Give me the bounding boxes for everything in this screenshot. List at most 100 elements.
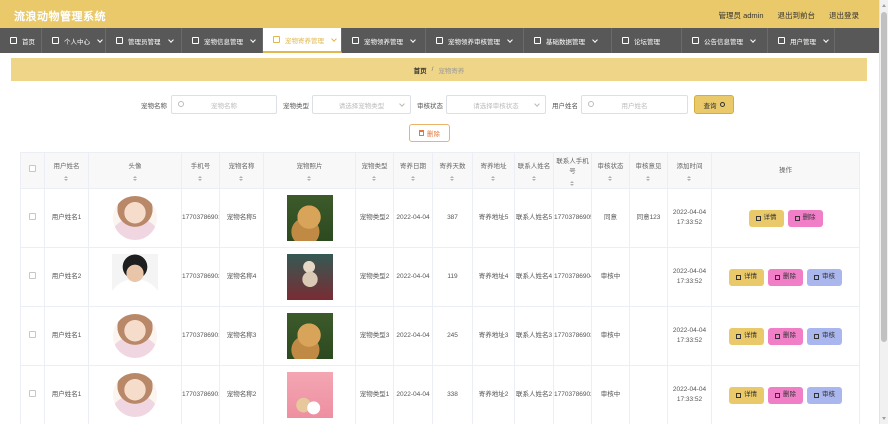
pet-type-select[interactable]: 请选择宠物类型 <box>312 95 411 114</box>
cell-date: 2022-04-04 <box>393 247 433 307</box>
sort-icon[interactable] <box>450 174 454 181</box>
sort-icon[interactable] <box>307 174 311 181</box>
nav-item-0[interactable]: 首页 <box>0 28 42 53</box>
column-header-6[interactable]: 寄养日期 <box>393 152 433 189</box>
column-header-5[interactable]: 宠物类型 <box>355 152 394 189</box>
column-header-label: 宠物照片 <box>296 162 323 170</box>
cell-cphone: 17703786903 <box>553 306 592 366</box>
query-button[interactable]: 查询 <box>694 95 734 114</box>
column-header-7[interactable]: 寄养天数 <box>432 152 473 189</box>
review-button[interactable]: 审核 <box>807 386 842 404</box>
nav-item-6[interactable]: 宠物领养审核管理 <box>426 28 524 53</box>
detail-button[interactable]: 详情 <box>729 386 764 404</box>
nav-item-2[interactable]: 管理员管理 <box>106 28 182 53</box>
scrollbar-thumb[interactable] <box>881 12 887 342</box>
breadcrumb-home[interactable]: 首页 <box>414 65 427 75</box>
nav-item-4[interactable]: 宠物寄养管理 <box>263 28 342 53</box>
trash-icon <box>419 130 424 136</box>
chevron-down-icon <box>331 35 337 42</box>
cell-status: 审核中 <box>591 306 630 366</box>
review-button[interactable]: 审核 <box>807 327 842 345</box>
delete-button[interactable]: 删除 <box>768 327 803 345</box>
detail-button[interactable]: 详情 <box>729 268 764 286</box>
nav-item-7[interactable]: 基础数据管理 <box>524 28 612 53</box>
nav-item-8[interactable]: 论坛管理 <box>612 28 682 53</box>
time-text: 2022-04-04 17:33:52 <box>672 327 707 344</box>
user-name-text: 用户姓名2 <box>51 273 82 280</box>
cell-opinion: 同意123 <box>629 188 668 248</box>
detail-button-label: 详情 <box>744 273 757 280</box>
phone-text: 17703786901 <box>182 391 220 398</box>
sort-icon[interactable] <box>132 174 137 181</box>
column-header-9[interactable]: 联系人姓名 <box>514 152 554 189</box>
sort-icon[interactable] <box>198 174 202 181</box>
sort-icon[interactable] <box>608 174 612 181</box>
sort-icon[interactable] <box>410 174 415 181</box>
cell-actions: 详情 删除 审核 <box>711 365 860 424</box>
column-header-label: 寄养天数 <box>439 162 466 170</box>
front-link[interactable]: 退出到前台 <box>778 10 816 21</box>
sort-icon[interactable] <box>64 174 68 181</box>
delete-button[interactable]: 删除 <box>768 268 803 286</box>
cell-user-name: 用户姓名1 <box>44 306 89 366</box>
date-text: 2022-04-04 <box>396 332 430 339</box>
contact-text: 联系人姓名5 <box>515 214 553 221</box>
sort-icon[interactable] <box>239 174 243 181</box>
user-name-input[interactable]: 用户姓名 <box>581 95 688 114</box>
sort-icon[interactable] <box>687 174 691 181</box>
delete-button[interactable]: 删除 <box>768 386 803 404</box>
bulk-delete-button[interactable]: 删除 <box>409 124 450 142</box>
nav-item-10[interactable]: 用户管理 <box>768 28 835 53</box>
row-checkbox[interactable] <box>29 330 36 338</box>
delete-button[interactable]: 删除 <box>787 209 823 227</box>
contact-text: 联系人姓名4 <box>515 273 553 280</box>
nav-item-1[interactable]: 个人中心 <box>42 28 106 53</box>
cell-contact: 联系人姓名5 <box>514 188 554 248</box>
column-header-4[interactable]: 宠物照片 <box>263 152 356 189</box>
cell-days: 387 <box>432 188 473 248</box>
column-header-12[interactable]: 审核意见 <box>629 152 668 189</box>
column-header-1[interactable]: 头像 <box>88 152 182 189</box>
column-header-10[interactable]: 联系人手机号 <box>553 152 592 189</box>
column-header-11[interactable]: 审核状态 <box>591 152 630 189</box>
addr-text: 寄养地址3 <box>478 332 509 339</box>
sort-icon[interactable] <box>372 174 376 181</box>
row-checkbox[interactable] <box>29 389 36 397</box>
sort-icon[interactable] <box>531 174 536 181</box>
logout-link[interactable]: 退出登录 <box>829 10 859 21</box>
sort-icon[interactable] <box>570 179 574 186</box>
cell-user-name: 用户姓名2 <box>44 247 89 307</box>
nav-item-5[interactable]: 宠物领养管理 <box>342 28 426 53</box>
page-scrollbar[interactable] <box>879 0 888 424</box>
chevron-down-icon <box>399 101 405 107</box>
detail-button[interactable]: 详情 <box>748 209 784 227</box>
sort-icon[interactable] <box>491 174 495 181</box>
trash-icon <box>775 392 780 398</box>
type-text: 宠物类型1 <box>359 391 390 398</box>
nav-item-3[interactable]: 宠物信息管理 <box>182 28 263 53</box>
sort-icon[interactable] <box>646 174 650 181</box>
detail-button-label: 详情 <box>763 214 777 221</box>
status-text: 审核中 <box>600 273 621 280</box>
review-button[interactable]: 审核 <box>807 268 842 286</box>
pet-name-input[interactable]: 宠物名称 <box>171 95 277 114</box>
nav-item-label: 个人中心 <box>64 38 90 46</box>
scroll-down-icon[interactable] <box>882 417 886 422</box>
select-all-checkbox[interactable] <box>29 165 36 172</box>
nav-item-9[interactable]: 公告信息管理 <box>682 28 768 53</box>
row-checkbox[interactable] <box>29 271 36 279</box>
detail-button[interactable]: 详情 <box>729 327 764 345</box>
column-header-2[interactable]: 手机号 <box>181 152 220 189</box>
cell-actions: 详情 删除 审核 <box>711 306 860 366</box>
cphone-text: 17703786905 <box>554 214 592 221</box>
row-checkbox[interactable] <box>29 212 36 220</box>
column-header-3[interactable]: 宠物名称 <box>219 152 264 189</box>
column-header-0[interactable]: 用户姓名 <box>44 152 89 189</box>
column-header-8[interactable]: 寄养地址 <box>472 152 515 189</box>
cell-phone: 17703786901 <box>181 365 220 424</box>
status-select[interactable]: 请选择审核状态 <box>446 95 546 114</box>
cell-time: 2022-04-04 17:33:52 <box>667 247 712 307</box>
column-header-13[interactable]: 添加时间 <box>667 152 712 189</box>
scroll-up-icon[interactable] <box>882 2 886 7</box>
search-icon <box>178 101 184 107</box>
